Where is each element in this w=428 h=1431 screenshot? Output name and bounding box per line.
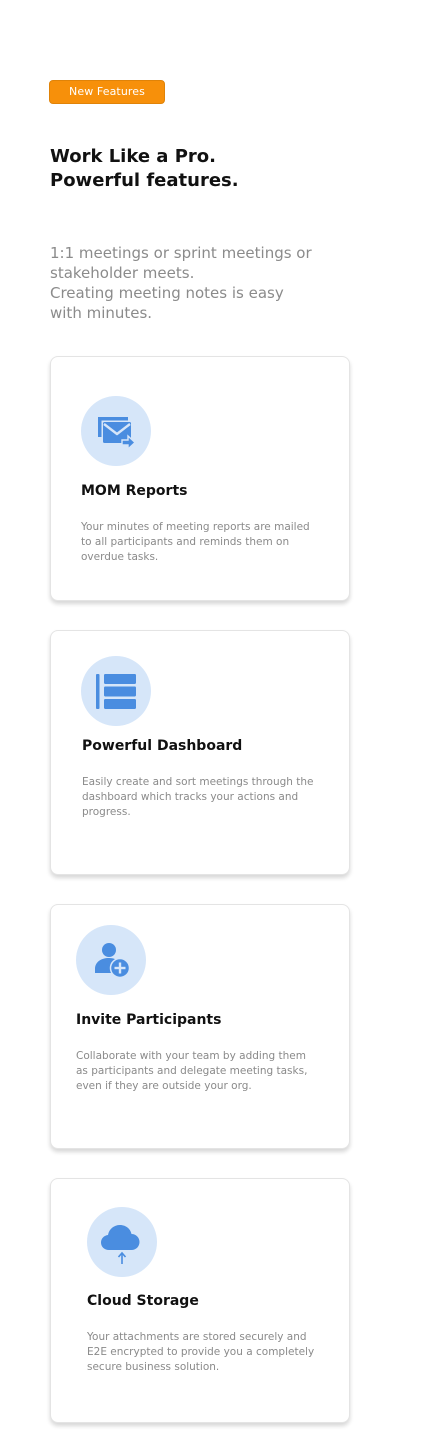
feature-card-powerful-dashboard: Powerful Dashboard Easily create and sor… bbox=[50, 630, 350, 875]
feature-card-cloud-storage: Cloud Storage Your attachments are store… bbox=[50, 1178, 350, 1423]
features-section: New Features Work Like a Pro. Powerful f… bbox=[0, 0, 428, 1431]
dashboard-list-icon bbox=[81, 656, 151, 726]
section-headline: Work Like a Pro. Powerful features. bbox=[50, 145, 390, 193]
intro-line-4: with minutes. bbox=[50, 304, 153, 322]
headline-line-2: Powerful features. bbox=[50, 170, 239, 191]
mail-forward-icon bbox=[81, 396, 151, 466]
cloud-upload-icon bbox=[87, 1207, 157, 1277]
feature-card-mom-reports: MOM Reports Your minutes of meeting repo… bbox=[50, 356, 350, 601]
feature-description: Your attachments are stored securely and… bbox=[87, 1331, 315, 1373]
add-user-icon bbox=[76, 925, 146, 995]
feature-card-invite-participants: Invite Participants Collaborate with you… bbox=[50, 904, 350, 1149]
headline-line-1: Work Like a Pro. bbox=[50, 146, 216, 167]
intro-line-2: stakeholder meets. bbox=[50, 264, 195, 282]
feature-title: Invite Participants bbox=[76, 1012, 222, 1028]
feature-description: Collaborate with your team by adding the… bbox=[76, 1050, 308, 1092]
feature-title: Cloud Storage bbox=[87, 1293, 199, 1309]
intro-line-1: 1:1 meetings or sprint meetings or bbox=[50, 244, 312, 262]
intro-line-3: Creating meeting notes is easy bbox=[50, 284, 284, 302]
section-intro: 1:1 meetings or sprint meetings or stake… bbox=[50, 243, 340, 323]
feature-title: MOM Reports bbox=[81, 483, 188, 499]
feature-description: Easily create and sort meetings through … bbox=[82, 776, 314, 818]
feature-description: Your minutes of meeting reports are mail… bbox=[81, 521, 310, 563]
new-features-badge: New Features bbox=[49, 80, 165, 104]
feature-title: Powerful Dashboard bbox=[82, 738, 243, 754]
